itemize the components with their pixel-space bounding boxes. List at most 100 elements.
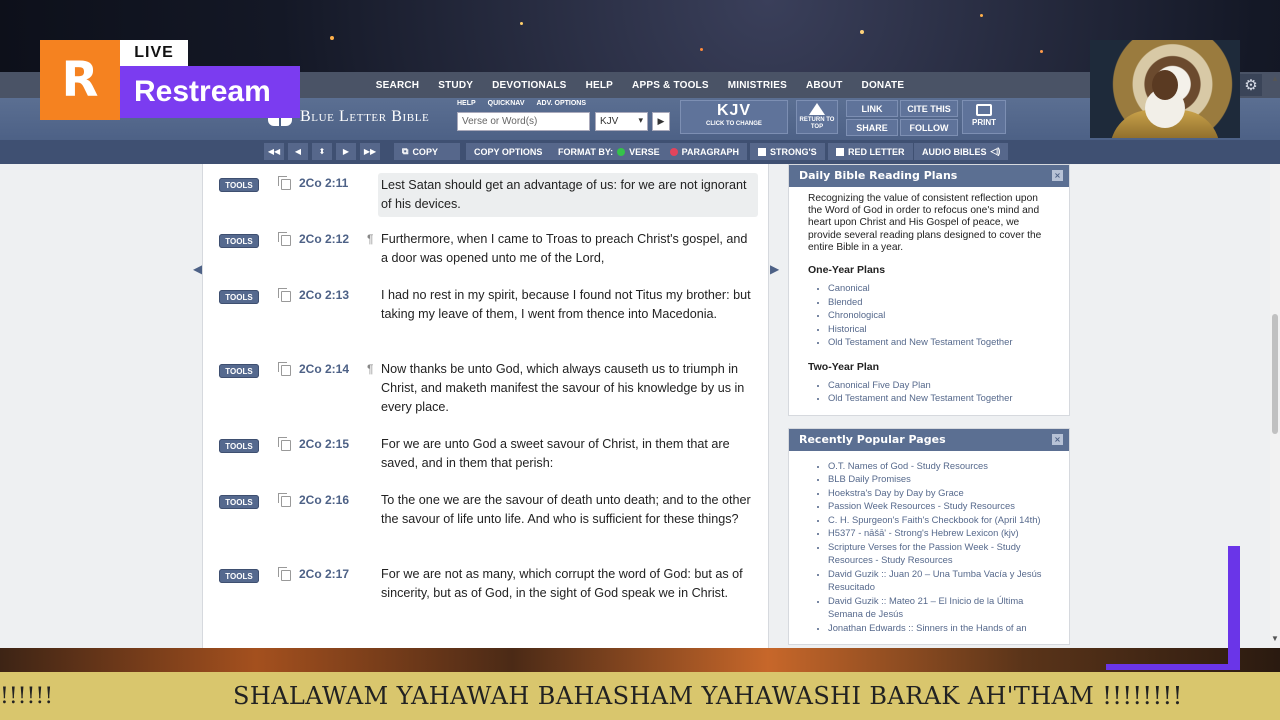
verse-text: For we are unto God a sweet savour of Ch… <box>381 437 730 470</box>
scroll-up-icon[interactable]: ▲ <box>1271 74 1279 83</box>
options-bar: ◀◀ ◀ ⬍ ▶ ▶▶ ⧉ COPY COPY OPTIONS FORMAT B… <box>0 140 1280 164</box>
paragraph-format-radio[interactable] <box>669 147 678 156</box>
red-letter-checkbox[interactable] <box>836 147 844 156</box>
verse-reference[interactable]: 2Co 2:11 <box>299 176 348 190</box>
next-chapter-button[interactable]: ▶ <box>336 143 356 160</box>
popular-page-link[interactable]: Hoekstra's Day by Day by Grace <box>828 486 1049 500</box>
verse-reference[interactable]: 2Co 2:12 <box>299 232 349 246</box>
red-letter-toggle[interactable]: RED LETTER <box>828 143 913 160</box>
verse-reference[interactable]: 2Co 2:17 <box>299 567 349 581</box>
popular-page-link[interactable]: David Guzik :: Mateo 21 – El Inicio de l… <box>828 594 1049 621</box>
nav-donate[interactable]: DONATE <box>852 80 914 91</box>
search-help-link[interactable]: HELP <box>457 100 476 107</box>
popular-page-link[interactable]: Scripture Verses for the Passion Week - … <box>828 540 1049 567</box>
version-select[interactable]: KJV <box>595 112 648 131</box>
page-scrollbar[interactable]: ▲ ▼ <box>1270 74 1280 648</box>
verse-reference[interactable]: 2Co 2:13 <box>299 288 349 302</box>
popular-page-link[interactable]: C. H. Spurgeon's Faith's Checkbook for (… <box>828 513 1049 527</box>
two-year-heading: Two-Year Plan <box>808 360 879 373</box>
overlay-frame-horizontal <box>1106 664 1240 670</box>
share-button[interactable]: SHARE <box>846 119 898 136</box>
plan-link[interactable]: Chronological <box>828 308 1049 322</box>
plan-link[interactable]: Historical <box>828 322 1049 336</box>
first-chapter-button[interactable]: ◀◀ <box>264 143 284 160</box>
copy-icon[interactable] <box>278 567 291 581</box>
popular-page-link[interactable]: Passion Week Resources - Study Resources <box>828 499 1049 513</box>
close-icon[interactable]: × <box>1052 433 1063 445</box>
plan-link[interactable]: Old Testament and New Testament Together <box>828 391 1049 405</box>
copy-icon[interactable] <box>278 362 291 376</box>
print-button[interactable]: PRINT <box>962 100 1006 134</box>
popular-page-link[interactable]: O.T. Names of God - Study Resources <box>828 459 1049 473</box>
copy-icon[interactable] <box>278 437 291 451</box>
tools-button[interactable]: TOOLS <box>219 234 259 248</box>
two-year-list: Canonical Five Day Plan Old Testament an… <box>808 378 1049 405</box>
copy-icon[interactable] <box>278 232 291 246</box>
link-button[interactable]: LINK <box>846 100 898 117</box>
strongs-toggle[interactable]: STRONG'S <box>750 143 825 160</box>
nav-study[interactable]: STUDY <box>429 80 483 91</box>
tools-button[interactable]: TOOLS <box>219 178 259 192</box>
format-by-label: FORMAT BY: <box>558 146 614 157</box>
search-input[interactable]: Verse or Word(s) <box>457 112 590 131</box>
adv-options-link[interactable]: ADV. OPTIONS <box>537 100 587 107</box>
copy-options-button[interactable]: COPY OPTIONS <box>466 143 551 160</box>
one-year-heading: One-Year Plans <box>808 264 886 277</box>
blb-logo-text: Blue Letter Bible <box>300 108 430 125</box>
nav-devotionals[interactable]: DEVOTIONALS <box>483 80 576 91</box>
popular-page-link[interactable]: BLB Daily Promises <box>828 472 1049 486</box>
settings-gear-icon[interactable]: ⚙ <box>1240 74 1262 96</box>
verse-reference[interactable]: 2Co 2:16 <box>299 493 349 507</box>
plan-link[interactable]: Canonical <box>828 281 1049 295</box>
search-go-button[interactable]: ▶ <box>652 112 670 131</box>
verse-format-radio[interactable] <box>617 147 626 156</box>
nav-search[interactable]: SEARCH <box>366 80 428 91</box>
close-icon[interactable]: × <box>1052 170 1063 181</box>
left-collapse-arrow-icon[interactable]: ◀ <box>193 262 202 276</box>
background-spark <box>700 48 703 51</box>
return-to-top-button[interactable]: RETURN TO TOP <box>796 100 838 134</box>
previous-chapter-button[interactable]: ◀ <box>288 143 308 160</box>
background-spark <box>1040 50 1043 53</box>
copy-icon[interactable] <box>278 493 291 507</box>
popular-page-link[interactable]: Jonathan Edwards :: Sinners in the Hands… <box>828 621 1049 635</box>
nav-help[interactable]: HELP <box>576 80 622 91</box>
verse-text: Now thanks be unto God, which always cau… <box>381 362 745 414</box>
panel-title: Recently Popular Pages <box>799 432 946 446</box>
tools-button[interactable]: TOOLS <box>219 439 259 453</box>
popular-page-link[interactable]: David Guzik :: Juan 20 – Una Tumba Vacía… <box>828 567 1049 594</box>
tools-button[interactable]: TOOLS <box>219 569 259 583</box>
tools-button[interactable]: TOOLS <box>219 290 259 304</box>
reading-plans-panel: Daily Bible Reading Plans × Recognizing … <box>788 164 1070 416</box>
strongs-checkbox[interactable] <box>758 147 766 156</box>
nav-apps-tools[interactable]: APPS & TOOLS <box>623 80 719 91</box>
chapter-menu-button[interactable]: ⬍ <box>312 143 332 160</box>
version-change-button[interactable]: KJV CLICK TO CHANGE <box>680 100 788 134</box>
nav-about[interactable]: ABOUT <box>796 80 852 91</box>
format-by-group: FORMAT BY: VERSE PARAGRAPH <box>550 143 748 160</box>
verse-reference[interactable]: 2Co 2:15 <box>299 437 349 451</box>
plan-link[interactable]: Old Testament and New Testament Together <box>828 335 1049 349</box>
search-labels: HELP QUICKNAV ADV. OPTIONS <box>457 100 586 107</box>
copy-icon[interactable] <box>278 176 291 190</box>
quicknav-link[interactable]: QUICKNAV <box>488 100 525 107</box>
background-spark <box>330 36 334 40</box>
tools-button[interactable]: TOOLS <box>219 495 259 509</box>
cite-this-button[interactable]: CITE THIS <box>900 100 958 117</box>
popular-page-link[interactable]: H5377 - nāšā' - Strong's Hebrew Lexicon … <box>828 526 1049 540</box>
copy-icon[interactable] <box>278 288 291 302</box>
plan-link[interactable]: Blended <box>828 295 1049 309</box>
verse-format-label[interactable]: VERSE <box>629 147 660 157</box>
nav-ministries[interactable]: MINISTRIES <box>718 80 796 91</box>
right-collapse-arrow-icon[interactable]: ▶ <box>770 262 779 276</box>
follow-button[interactable]: FOLLOW <box>900 119 958 136</box>
plan-link[interactable]: Canonical Five Day Plan <box>828 378 1049 392</box>
last-chapter-button[interactable]: ▶▶ <box>360 143 380 160</box>
copy-button[interactable]: ⧉ COPY <box>394 143 460 160</box>
audio-bibles-button[interactable]: AUDIO BIBLES ◁) <box>914 143 1009 160</box>
tools-button[interactable]: TOOLS <box>219 364 259 378</box>
verse-reference[interactable]: 2Co 2:14 <box>299 362 349 376</box>
scroll-down-icon[interactable]: ▼ <box>1271 634 1279 643</box>
scrollbar-thumb[interactable] <box>1272 314 1278 434</box>
paragraph-format-label[interactable]: PARAGRAPH <box>682 147 739 157</box>
